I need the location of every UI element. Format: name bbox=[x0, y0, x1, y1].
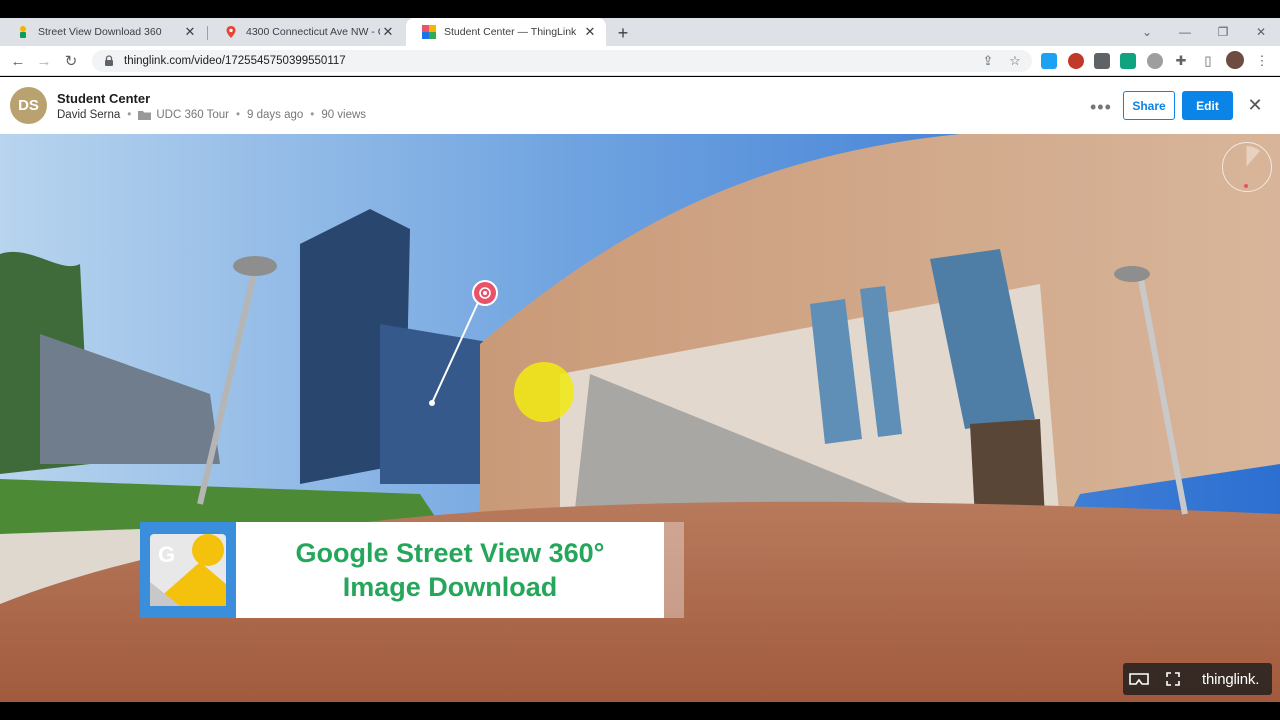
extension-icon-4[interactable] bbox=[1120, 53, 1136, 69]
banner-line-1: Google Street View 360° bbox=[295, 538, 605, 568]
google-maps-favicon bbox=[226, 26, 236, 38]
cursor-highlight bbox=[514, 362, 574, 422]
tag-icon bbox=[479, 287, 491, 299]
browser-tab-strip: Street View Download 360 ✕ 4300 Connecti… bbox=[0, 18, 1280, 46]
bookmark-star-icon[interactable]: ☆ bbox=[1007, 53, 1023, 69]
extension-icon-1[interactable] bbox=[1041, 53, 1057, 69]
separator-dot: • bbox=[127, 109, 132, 121]
url-text: thinglink.com/video/1725545750399550117 bbox=[124, 55, 346, 67]
share-page-icon[interactable]: ⇪ bbox=[980, 53, 996, 69]
forward-arrow-icon[interactable]: → bbox=[33, 51, 55, 71]
edit-button[interactable]: Edit bbox=[1182, 91, 1233, 120]
viewer-control-bar: thinglink. bbox=[1123, 663, 1272, 695]
lock-icon bbox=[105, 55, 113, 66]
banner-shadow bbox=[664, 522, 684, 618]
close-icon[interactable]: ✕ bbox=[1246, 95, 1264, 115]
extension-icon-3[interactable] bbox=[1094, 53, 1110, 69]
minimize-icon[interactable]: — bbox=[1166, 18, 1204, 46]
hotspot-tag-icon[interactable] bbox=[472, 280, 498, 306]
compass-icon[interactable] bbox=[1222, 142, 1272, 192]
author-link[interactable]: David Serna bbox=[57, 109, 120, 121]
fullscreen-icon[interactable] bbox=[1158, 663, 1188, 695]
close-tab-icon[interactable]: ✕ bbox=[582, 24, 598, 40]
more-options-icon[interactable]: ••• bbox=[1090, 97, 1112, 118]
banner-line-2: Image Download bbox=[342, 572, 558, 602]
letterbox-bottom bbox=[0, 702, 1280, 720]
maximize-icon[interactable]: ❐ bbox=[1204, 18, 1242, 46]
post-meta: David Serna • UDC 360 Tour • 9 days ago … bbox=[57, 109, 366, 121]
new-tab-button[interactable]: + bbox=[612, 22, 634, 44]
street-view-logo-graphic: G bbox=[150, 534, 226, 606]
folder-link[interactable]: UDC 360 Tour bbox=[156, 109, 229, 121]
tab-student-center[interactable]: Student Center — ThingLink ✕ bbox=[406, 18, 606, 46]
avatar[interactable]: DS bbox=[10, 87, 47, 124]
tab-google-maps[interactable]: 4300 Connecticut Ave NW - Goo ✕ bbox=[208, 18, 404, 46]
browser-menu-icon[interactable]: ⋮ bbox=[1254, 53, 1270, 69]
close-tab-icon[interactable]: ✕ bbox=[380, 24, 396, 40]
browser-toolbar: ← → ↻ thinglink.com/video/17255457503995… bbox=[0, 46, 1280, 76]
promo-banner: G Google Street View 360° Image Download bbox=[140, 522, 664, 618]
vr-glyph bbox=[1129, 673, 1149, 685]
extension-icon-2[interactable] bbox=[1068, 53, 1084, 69]
separator-dot: • bbox=[310, 109, 315, 121]
close-tab-icon[interactable]: ✕ bbox=[182, 24, 198, 40]
share-button[interactable]: Share bbox=[1123, 91, 1175, 120]
page-title: Student Center bbox=[57, 91, 151, 106]
fullscreen-glyph bbox=[1166, 672, 1180, 686]
screen: Street View Download 360 ✕ 4300 Connecti… bbox=[0, 0, 1280, 720]
tab-street-view-download[interactable]: Street View Download 360 ✕ bbox=[0, 18, 206, 46]
tab-search-chevron-down-icon[interactable]: ⌄ bbox=[1128, 18, 1166, 46]
extension-icon-5[interactable] bbox=[1147, 53, 1163, 69]
letterbox-top bbox=[0, 0, 1280, 18]
side-panel-icon[interactable]: ▯ bbox=[1200, 53, 1216, 69]
street-view-download-favicon bbox=[20, 26, 26, 38]
separator-dot: • bbox=[235, 109, 241, 121]
banner-text: Google Street View 360° Image Download bbox=[236, 522, 664, 618]
vr-headset-icon[interactable] bbox=[1124, 663, 1154, 695]
address-bar[interactable]: thinglink.com/video/1725545750399550117 bbox=[92, 50, 1032, 72]
back-arrow-icon[interactable]: ← bbox=[7, 51, 29, 71]
folder-icon bbox=[138, 111, 152, 120]
tab-title: 4300 Connecticut Ave NW - Goo bbox=[246, 26, 380, 38]
google-street-view-logo-icon: G bbox=[140, 522, 236, 618]
reload-icon[interactable]: ↻ bbox=[60, 51, 82, 71]
thinglink-header: DS Student Center David Serna • UDC 360 … bbox=[0, 77, 1280, 134]
time-ago: 9 days ago bbox=[247, 109, 304, 121]
tab-title: Student Center — ThingLink bbox=[444, 26, 577, 38]
tab-title: Street View Download 360 bbox=[38, 26, 162, 38]
extensions-puzzle-icon[interactable]: ✚ bbox=[1173, 53, 1189, 69]
profile-avatar-icon[interactable] bbox=[1226, 51, 1244, 69]
thinglink-favicon bbox=[422, 25, 436, 39]
close-window-icon[interactable]: ✕ bbox=[1242, 18, 1280, 46]
svg-text:G: G bbox=[158, 542, 175, 567]
compass-view-indicator bbox=[1244, 145, 1260, 188]
view-count: 90 views bbox=[321, 109, 367, 121]
thinglink-logo[interactable]: thinglink. bbox=[1202, 671, 1259, 688]
